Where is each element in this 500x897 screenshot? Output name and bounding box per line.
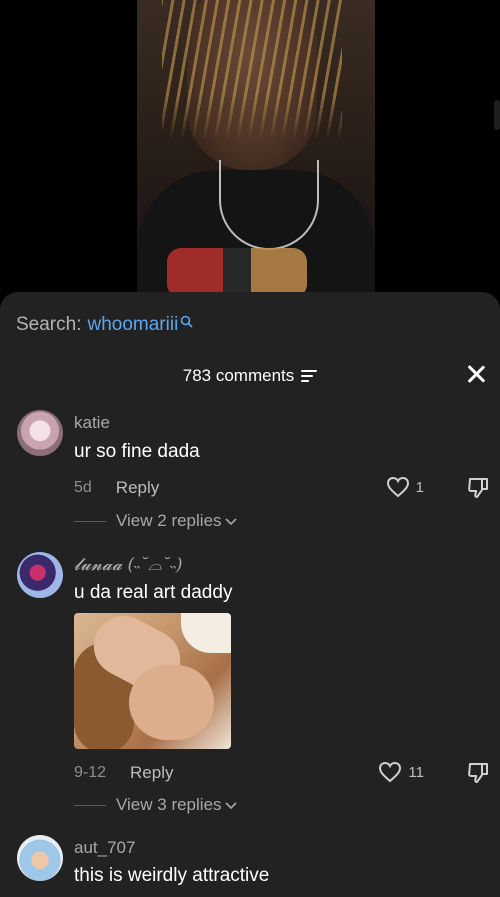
image-face-bottom [129, 665, 214, 740]
dislike-button[interactable] [466, 761, 490, 790]
video-frame [137, 0, 375, 300]
view-replies-label: View 2 replies [116, 511, 222, 530]
comment-meta: 9-12 Reply [74, 763, 174, 783]
video-subject-hair [162, 0, 342, 140]
view-replies-button[interactable]: View 3 replies [74, 795, 237, 815]
view-replies-label: View 3 replies [116, 795, 222, 814]
comment-text: this is weirdly attractive [74, 865, 270, 886]
avatar[interactable] [17, 552, 63, 598]
comment-count: 783 comments [182, 366, 295, 385]
video-shirt-print [167, 248, 307, 298]
comment-text: u da real art daddy [74, 582, 233, 603]
chevron-down-icon [224, 511, 237, 531]
search-term[interactable]: whoomariii [87, 314, 178, 336]
comment-age: 5d [74, 479, 92, 496]
search-suggestion[interactable]: Search: whoomariii [16, 314, 193, 336]
image-background-corner [181, 613, 231, 653]
replies-divider [74, 804, 106, 806]
like-count: 11 [408, 763, 424, 781]
avatar[interactable] [17, 835, 63, 881]
view-replies-button[interactable]: View 2 replies [74, 511, 237, 531]
search-label: Search: [16, 314, 82, 335]
reply-button[interactable]: Reply [116, 478, 159, 498]
chevron-down-icon [224, 795, 237, 815]
comment-username[interactable]: 𝓵𝓾𝓷𝓪𝓪 (˵˘⌓˘˵) [74, 555, 183, 575]
comments-sheet: Search: whoomariii 783 comments katie ur… [0, 292, 500, 897]
avatar[interactable] [17, 410, 63, 456]
comment-age: 9-12 [74, 764, 107, 781]
video-player[interactable] [0, 0, 500, 300]
heart-icon [379, 761, 402, 783]
replies-divider [74, 520, 106, 522]
comment-attached-image[interactable] [74, 613, 231, 749]
dislike-icon [468, 478, 488, 498]
comment-username[interactable]: aut_707 [74, 838, 135, 858]
comment-text: ur so fine dada [74, 441, 200, 462]
like-button[interactable]: 1 [386, 476, 424, 498]
dislike-icon [468, 763, 488, 783]
reply-button[interactable]: Reply [130, 763, 173, 783]
comments-header: 783 comments [0, 364, 500, 388]
comment-username[interactable]: katie [74, 413, 110, 433]
like-count: 1 [415, 478, 424, 496]
video-edge-handle [494, 100, 500, 130]
heart-icon [386, 476, 409, 498]
like-button[interactable]: 11 [378, 761, 424, 783]
comment-meta: 5d Reply [74, 478, 159, 498]
search-icon [180, 312, 193, 334]
close-icon[interactable] [466, 364, 486, 384]
filter-icon[interactable] [301, 370, 318, 382]
dislike-button[interactable] [466, 476, 490, 505]
